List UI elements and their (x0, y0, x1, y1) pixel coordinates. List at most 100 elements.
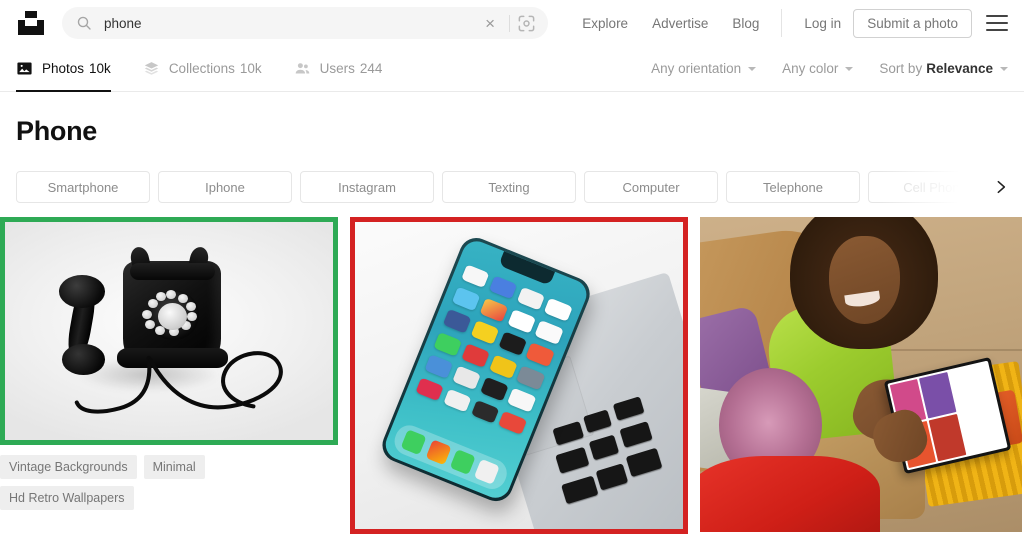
grid-column-3 (700, 217, 1022, 545)
photo2-app-icon (507, 387, 537, 413)
photo2-app-icon (410, 406, 433, 416)
photo-iphone-on-desk[interactable] (350, 217, 688, 534)
nav-link-blog[interactable]: Blog (720, 16, 771, 31)
photo2-app-icon (544, 297, 573, 322)
related-chip-texting[interactable]: Texting (442, 171, 576, 203)
grid-column-2 (350, 217, 688, 545)
photo2-key (552, 420, 585, 446)
photo2-app-icon (525, 342, 555, 367)
photo-iphone-on-desk-image (355, 222, 683, 529)
photo-icon (17, 62, 32, 75)
photo2-app-icon (461, 263, 491, 289)
photo2-key (583, 408, 613, 434)
related-chip-instagram[interactable]: Instagram (300, 171, 434, 203)
photo2-app-icon (461, 342, 491, 368)
photo-grid: Vintage Backgrounds Minimal Hd Retro Wal… (0, 217, 1024, 545)
clear-search-icon[interactable]: × (478, 15, 502, 32)
collections-icon (144, 62, 159, 75)
search-tabbar: Photos 10k Collections 10k Users 244 Any… (0, 46, 1024, 92)
users-icon (295, 63, 309, 74)
search-bar[interactable]: × (62, 7, 548, 39)
related-chip-cell-phone[interactable]: Cell Phone (868, 171, 1002, 203)
nav-link-advertise[interactable]: Advertise (640, 16, 720, 31)
photo-tag[interactable]: Vintage Backgrounds (0, 455, 137, 479)
chevron-right-icon[interactable] (986, 169, 1016, 205)
photo2-dock-icon (425, 439, 452, 466)
photo1-tag-list: Vintage Backgrounds Minimal Hd Retro Wal… (0, 455, 338, 510)
photo2-app-icon (492, 439, 516, 450)
photo-tag[interactable]: Minimal (143, 455, 205, 479)
tab-users-count: 244 (359, 61, 383, 76)
photo2-key (613, 396, 645, 422)
hamburger-line (986, 15, 1008, 17)
tab-collections-count: 10k (239, 61, 262, 76)
related-chip-telephone[interactable]: Telephone (726, 171, 860, 203)
photo3-red-top (700, 456, 881, 532)
orientation-filter[interactable]: Any orientation (651, 61, 757, 76)
search-icon (77, 16, 91, 30)
tab-photos-label: Photos (42, 61, 85, 76)
photo2-app-icon (424, 354, 454, 379)
photo2-key (596, 462, 629, 491)
photo2-key (555, 446, 590, 474)
nav-link-explore[interactable]: Explore (570, 16, 640, 31)
hamburger-menu-icon[interactable] (986, 15, 1008, 31)
orientation-filter-label: Any orientation (651, 61, 742, 76)
chevron-down-icon (845, 66, 854, 71)
photo2-app-icon (495, 432, 518, 442)
photo-vintage-rotary-telephone[interactable] (0, 217, 338, 445)
photo1-phone-cord (74, 351, 283, 414)
photo2-app-icon (434, 331, 463, 357)
nav-divider (781, 9, 783, 37)
related-searches: Smartphone Iphone Instagram Texting Comp… (0, 169, 1024, 205)
tab-photos[interactable]: Photos 10k (16, 46, 111, 92)
photo-tag[interactable]: Hd Retro Wallpapers (0, 486, 134, 510)
login-link[interactable]: Log in (792, 16, 853, 31)
color-filter[interactable]: Any color (782, 61, 854, 76)
search-divider (509, 14, 510, 32)
related-chip-computer[interactable]: Computer (584, 171, 718, 203)
photo2-key (588, 434, 620, 461)
photo2-app-icon (489, 353, 518, 379)
tab-collections[interactable]: Collections 10k (143, 46, 262, 91)
photo2-app-icon (516, 285, 546, 311)
sort-filter[interactable]: Sort by Relevance (879, 61, 1008, 76)
hamburger-line (986, 22, 1008, 24)
chevron-down-icon (748, 66, 757, 71)
photo2-app-icon (498, 331, 527, 356)
sort-filter-label: Sort by (879, 61, 923, 76)
photo2-app-icon (452, 365, 482, 390)
search-input[interactable] (104, 7, 479, 39)
photo2-app-icon (465, 428, 488, 438)
logo-notch (25, 20, 37, 26)
chevron-down-icon (1000, 66, 1008, 71)
color-filter-label: Any color (782, 61, 839, 76)
photo2-app-icon (470, 399, 500, 424)
photo2-app-icon (498, 410, 528, 435)
photo2-app-icon (489, 274, 518, 300)
photo2-dock-icon (401, 429, 428, 456)
photo2-app-icon (443, 387, 472, 413)
photo2-dock-icon (449, 448, 476, 475)
photo2-app-icon (516, 364, 546, 390)
related-searches-list: Smartphone Iphone Instagram Texting Comp… (16, 169, 1008, 205)
related-chip-smartphone[interactable]: Smartphone (16, 171, 150, 203)
photo2-app-icon (470, 320, 500, 345)
photo2-app-icon (468, 421, 491, 431)
tab-users[interactable]: Users 244 (294, 46, 383, 91)
tab-users-label: Users (319, 61, 355, 76)
photo2-app-icon (535, 319, 564, 345)
unsplash-logo[interactable] (16, 8, 46, 38)
filter-group: Any orientation Any color Sort by Releva… (625, 61, 1008, 76)
submit-photo-button[interactable]: Submit a photo (853, 8, 972, 38)
tab-collections-label: Collections (168, 61, 235, 76)
photo3-woman-face (828, 235, 900, 325)
photo-people-with-tablet[interactable] (700, 217, 1022, 532)
photo2-dock-icon (474, 458, 501, 485)
photo2-app-icon (412, 399, 436, 409)
logo-cap (25, 11, 37, 18)
visual-search-icon[interactable] (517, 14, 536, 33)
photo-vintage-rotary-telephone-image (5, 222, 333, 440)
related-chip-iphone[interactable]: Iphone (158, 171, 292, 203)
photo2-app-icon (415, 376, 445, 402)
